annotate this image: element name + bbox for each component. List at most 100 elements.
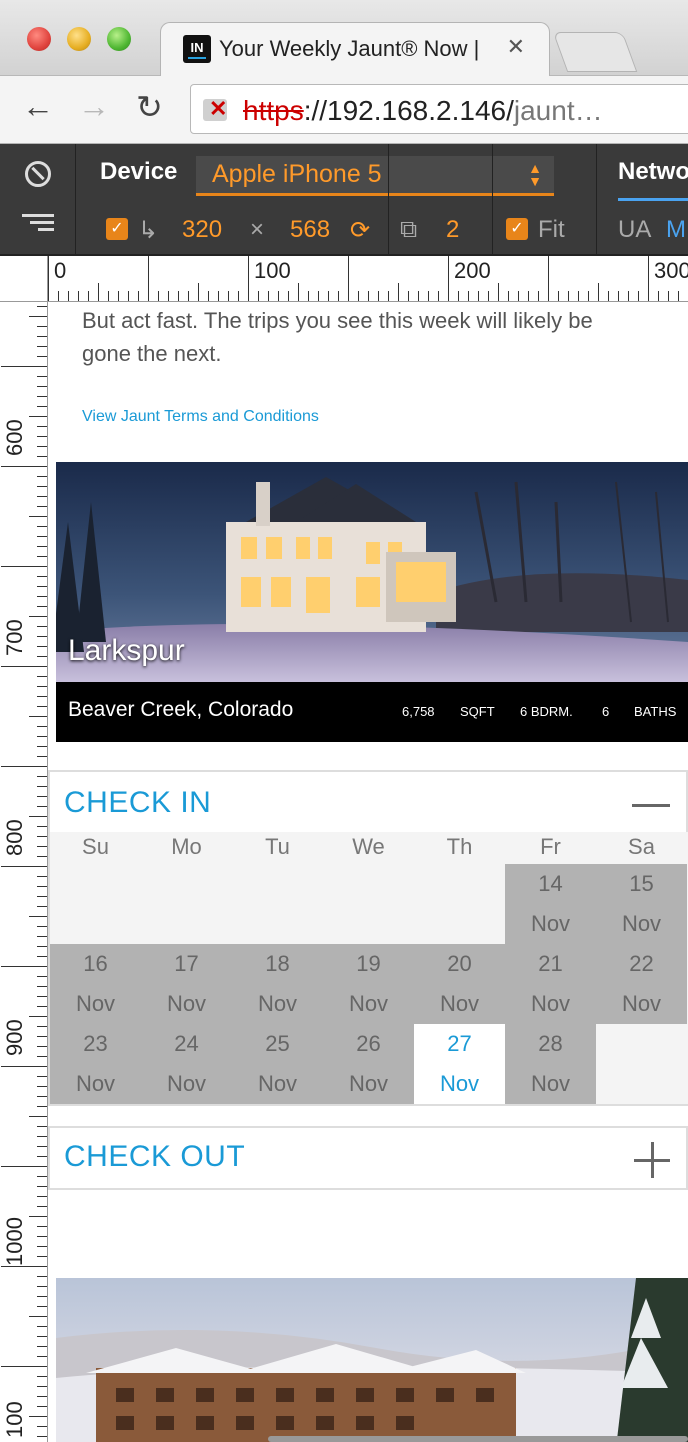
ruler-tick [508,291,509,301]
ruler-tick [188,291,189,301]
ruler-tick [29,316,47,317]
ruler-tick [48,256,49,301]
ruler-tick [1,1166,47,1167]
back-arrow-icon[interactable]: ← [22,88,54,125]
select-arrows-icon: ▲ ▼ [528,160,542,189]
calendar-day-15[interactable]: 15 Nov [596,864,687,944]
ruler-tick [37,1196,47,1197]
ruler-label: 800 [2,819,27,856]
calendar-day-28[interactable]: 28 Nov [505,1024,596,1104]
ruler-tick [208,291,209,301]
check-in-title[interactable]: CHECK IN [64,786,211,820]
calendar-day-20[interactable]: 20 Nov [414,944,505,1024]
ruler-tick [148,256,149,301]
ruler-tick [37,496,47,497]
day-of-week-label: Mo [171,834,202,859]
emulation-side-controls [0,144,76,256]
media-queries-icon[interactable] [22,214,54,234]
calendar-day-27[interactable]: 27 Nov [414,1024,505,1104]
calendar-day-17[interactable]: 17 Nov [141,944,232,1024]
insecure-lock-icon[interactable]: ✕ [203,96,227,121]
fit-label: Fit [538,216,565,243]
width-input[interactable]: 320 [182,216,222,244]
ruler-tick [37,346,47,347]
property-info-bar: Beaver Creek, Colorado 6,758 SQFT 6 BDRM… [56,682,688,742]
resolution-checkbox[interactable]: ✓ [106,218,128,240]
ruler-tick [37,1096,47,1097]
device-select-value: Apple iPhone 5 [212,160,382,188]
network-tab-underline [618,198,688,201]
calendar-day-number: 17 [174,951,199,976]
maximize-window-button[interactable] [107,27,131,51]
ruler-tick [1,1266,47,1267]
ruler-tick [37,396,47,397]
ruler-tick [29,616,47,617]
calendar-day-26[interactable]: 26 Nov [323,1024,414,1104]
horizontal-scrollbar[interactable] [268,1436,688,1442]
network-tab[interactable]: Network [618,158,688,186]
calendar-day-month: Nov [75,1071,116,1096]
tab-close-icon[interactable]: ✕ [507,34,525,60]
calendar-day-22[interactable]: 22 Nov [596,944,687,1024]
ruler-tick [398,283,399,301]
property-card[interactable]: Larkspur Beaver Creek, Colorado 6,758 SQ… [56,462,688,742]
ruler-tick [37,506,47,507]
calendar-day-24[interactable]: 24 Nov [141,1024,232,1104]
fit-checkbox[interactable]: ✓ [506,218,528,240]
ruler-tick [37,1026,47,1027]
ruler-tick [37,526,47,527]
sqft-value: 6,758 [402,704,435,719]
active-tab[interactable]: IN Your Weekly Jaunt® Now | ✕ [160,22,550,76]
calendar-day-23[interactable]: 23 Nov [50,1024,141,1104]
disable-emulation-icon[interactable] [25,161,51,187]
collapse-minus-icon[interactable] [632,804,670,807]
ruler-tick [448,256,449,301]
ruler-tick [37,1176,47,1177]
ruler-tick [37,976,47,977]
ruler-tick [378,291,379,301]
ruler-tick [1,1066,47,1067]
minimize-window-button[interactable] [67,27,91,51]
ruler-tick [37,1226,47,1227]
ruler-tick [37,926,47,927]
expand-plus-icon[interactable] [634,1142,670,1178]
ruler-tick [388,291,389,301]
ruler-tick [37,856,47,857]
height-input[interactable]: 568 [290,216,330,244]
device-pixel-ratio-icon: ⧉ [400,216,418,243]
ruler-tick [37,846,47,847]
ruler-tick [37,736,47,737]
ruler-tick [218,291,219,301]
swap-dimensions-icon[interactable]: ⟳ [350,216,370,245]
ruler-tick [1,666,47,667]
device-pixel-ratio-input[interactable]: 2 [446,216,459,244]
calendar-day-16[interactable]: 16 Nov [50,944,141,1024]
ruler-tick [37,596,47,597]
calendar-day-14[interactable]: 14 Nov [505,864,596,944]
new-tab-button[interactable] [552,32,638,72]
address-bar[interactable]: ✕ https://192.168.2.146/jaunt… [190,84,688,134]
calendar-day-18[interactable]: 18 Nov [232,944,323,1024]
terms-link[interactable]: View Jaunt Terms and Conditions [82,408,319,426]
ruler-tick [37,486,47,487]
check-out-title[interactable]: CHECK OUT [64,1140,245,1174]
reload-icon[interactable]: ↻ [136,88,163,126]
calendar-day-month: Nov [257,991,298,1016]
ruler-tick [118,291,119,301]
ruler-tick [278,291,279,301]
calendar-day-month: Nov [530,1071,571,1096]
calendar-day-21[interactable]: 21 Nov [505,944,596,1024]
ruler-label: 1000 [2,1217,27,1266]
vertical-ruler: 600 700 800 900 1000 100 [0,256,48,1442]
url-text[interactable]: https://192.168.2.146/jaunt… [243,95,603,127]
calendar-day-19[interactable]: 19 Nov [323,944,414,1024]
forward-arrow-icon[interactable]: → [78,88,110,125]
calendar-day-month: Nov [530,991,571,1016]
ua-value[interactable]: M [666,216,686,244]
ruler-tick [37,1386,47,1387]
property-name: Larkspur [68,634,185,667]
ruler-tick [678,291,679,301]
calendar-day-25[interactable]: 25 Nov [232,1024,323,1104]
device-select[interactable]: Apple iPhone 5 ▲ ▼ [196,156,554,196]
close-window-button[interactable] [27,27,51,51]
